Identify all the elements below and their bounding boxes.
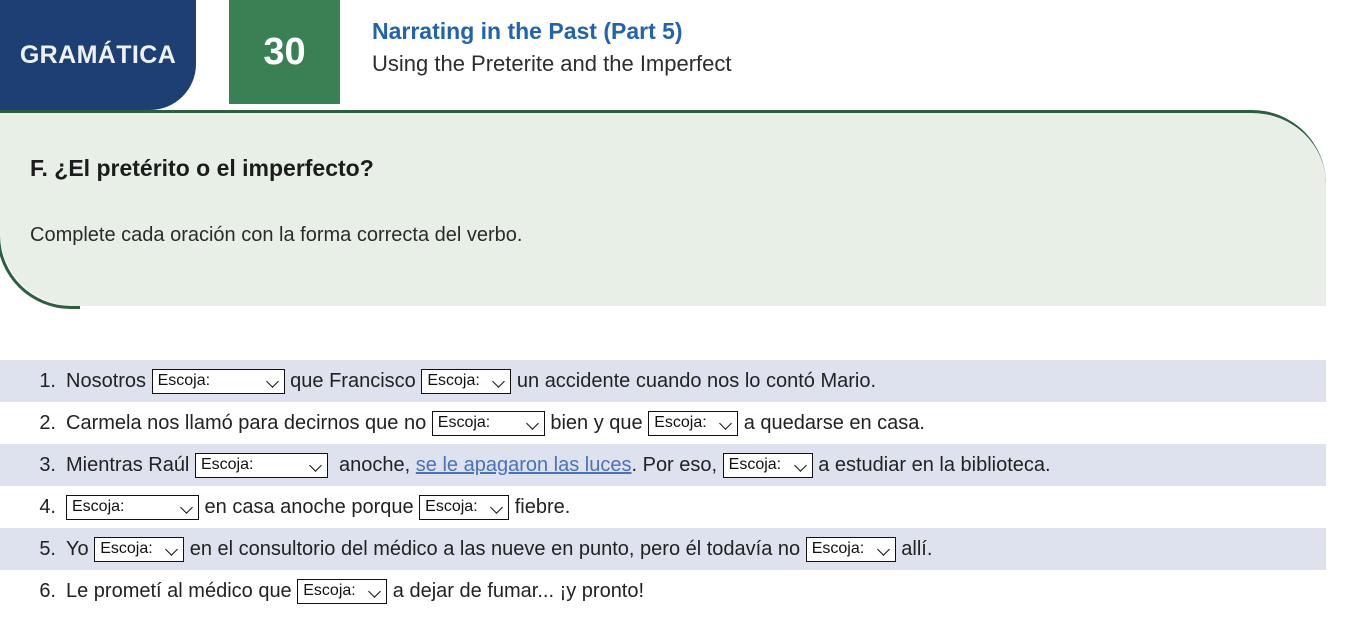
sentence-text: un accidente cuando nos lo contó Mario. <box>511 369 877 392</box>
chapter-number: 30 <box>263 31 306 73</box>
page-title: Narrating in the Past (Part 5) <box>372 18 683 44</box>
instruction-panel: F. ¿El pretérito o el imperfecto? Comple… <box>0 110 1326 309</box>
chevron-down-icon <box>527 417 540 430</box>
sentence-text: a dejar de fumar... ¡y pronto! <box>387 579 645 602</box>
verb-form-select-label: Escoja: <box>100 540 153 557</box>
verb-form-select-label: Escoja: <box>811 540 865 557</box>
chevron-down-icon <box>369 585 382 598</box>
instruction-panel-content: F. ¿El pretérito o el imperfecto? Comple… <box>30 155 1286 247</box>
sentence-text: a quedarse en casa. <box>738 411 925 434</box>
sentence-text: . Por eso, <box>631 453 723 476</box>
verb-form-select-label: Escoja: <box>654 414 707 431</box>
inline-hint-link[interactable]: se le apagaron las luces <box>416 454 632 477</box>
brand-tab-label: GRAMÁTICA <box>19 40 177 69</box>
chevron-down-icon <box>878 543 891 556</box>
verb-form-select[interactable]: Escoja: <box>66 494 199 520</box>
verb-form-select[interactable]: Escoja: <box>421 368 512 394</box>
activity-heading: F. ¿El pretérito o el imperfecto? <box>30 155 374 181</box>
activity-instructions: Complete cada oración con la forma corre… <box>30 224 523 246</box>
exercise-row: 5. Yo Escoja: en el consultorio del médic… <box>0 528 1326 570</box>
verb-form-select[interactable]: Escoja: <box>722 452 813 478</box>
chapter-number-box: 30 <box>229 0 340 104</box>
sentence-text: Nosotros <box>66 369 152 392</box>
page-header: GRAMÁTICA 30 Narrating in the Past (Part… <box>0 0 1360 110</box>
sentence-text: Yo <box>66 537 95 560</box>
chevron-down-icon <box>310 459 323 472</box>
verb-form-select-label: Escoja: <box>303 582 356 599</box>
sentence-text: anoche, <box>327 453 416 476</box>
verb-form-select[interactable]: Escoja: <box>151 368 285 394</box>
verb-form-select-label: Escoja: <box>200 456 254 473</box>
exercise-row: 1. Nosotros Escoja: que Francisco Escoja:… <box>0 360 1326 402</box>
verb-form-select[interactable]: Escoja: <box>194 452 328 478</box>
verb-form-select[interactable]: Escoja: <box>805 536 896 562</box>
chevron-down-icon <box>493 375 506 388</box>
exercise-number: 4. <box>39 495 56 518</box>
sentence-text: en casa anoche porque <box>199 495 420 518</box>
brand-tab-gramatica: GRAMÁTICA <box>0 0 196 110</box>
verb-form-select[interactable]: Escoja: <box>431 410 545 436</box>
chevron-down-icon <box>181 501 194 514</box>
verb-form-select[interactable]: Escoja: <box>648 410 739 436</box>
exercise-row: 4. Escoja: en casa anoche porque Escoja: … <box>0 486 1326 528</box>
sentence-text: Le prometí al médico que <box>66 579 298 602</box>
verb-form-select-label: Escoja: <box>728 456 782 473</box>
sentence-text: Carmela nos llamó para decirnos que no <box>66 411 432 434</box>
exercise-row: 2. Carmela nos llamó para decirnos que no… <box>0 402 1326 444</box>
exercise-number: 6. <box>39 579 56 602</box>
verb-form-select[interactable]: Escoja: <box>94 536 185 562</box>
page-title-block: Narrating in the Past (Part 5) Using the… <box>372 16 732 79</box>
chevron-down-icon <box>491 501 504 514</box>
exercise-sentence: Le prometí al médico que Escoja: a dejar… <box>66 578 645 604</box>
exercise-sentence: Nosotros Escoja: que Francisco Escoja: u… <box>66 368 877 394</box>
verb-form-select-label: Escoja: <box>427 372 480 389</box>
sentence-text: fiebre. <box>509 495 571 518</box>
chevron-down-icon <box>267 375 280 388</box>
exercise-list: 1. Nosotros Escoja: que Francisco Escoja:… <box>0 360 1326 612</box>
exercise-number: 5. <box>39 537 56 560</box>
sentence-text: Mientras Raúl <box>66 453 195 476</box>
sentence-text: a estudiar en la biblioteca. <box>812 453 1051 476</box>
sentence-text: bien y que <box>544 411 649 434</box>
exercise-sentence: Escoja: en casa anoche porque Escoja: fi… <box>66 494 571 520</box>
chevron-down-icon <box>795 459 808 472</box>
sentence-text: en el consultorio del médico a las nueve… <box>184 537 806 560</box>
verb-form-select-label: Escoja: <box>157 372 211 389</box>
exercise-row: 3. Mientras Raúl Escoja: anoche, se le ap… <box>0 444 1326 486</box>
exercise-sentence: Mientras Raúl Escoja: anoche, se le apag… <box>66 452 1051 478</box>
exercise-row: 6. Le prometí al médico que Escoja: a dej… <box>0 570 1326 612</box>
chevron-down-icon <box>720 417 733 430</box>
chevron-down-icon <box>166 543 179 556</box>
exercise-number: 3. <box>39 453 56 476</box>
verb-form-select-label: Escoja: <box>437 414 491 431</box>
instruction-panel-wrap: F. ¿El pretérito o el imperfecto? Comple… <box>0 110 1326 309</box>
verb-form-select-label: Escoja: <box>72 498 125 515</box>
exercise-number: 1. <box>39 369 56 392</box>
verb-form-select[interactable]: Escoja: <box>419 494 510 520</box>
exercise-sentence: Yo Escoja: en el consultorio del médico … <box>66 536 933 562</box>
sentence-text: que Francisco <box>284 369 422 392</box>
sentence-text: allí. <box>895 537 933 560</box>
page-subtitle: Using the Preterite and the Imperfect <box>372 51 732 77</box>
exercise-sentence: Carmela nos llamó para decirnos que no E… <box>66 410 925 436</box>
exercise-number: 2. <box>39 411 56 434</box>
verb-form-select-label: Escoja: <box>425 498 478 515</box>
verb-form-select[interactable]: Escoja: <box>297 578 388 604</box>
